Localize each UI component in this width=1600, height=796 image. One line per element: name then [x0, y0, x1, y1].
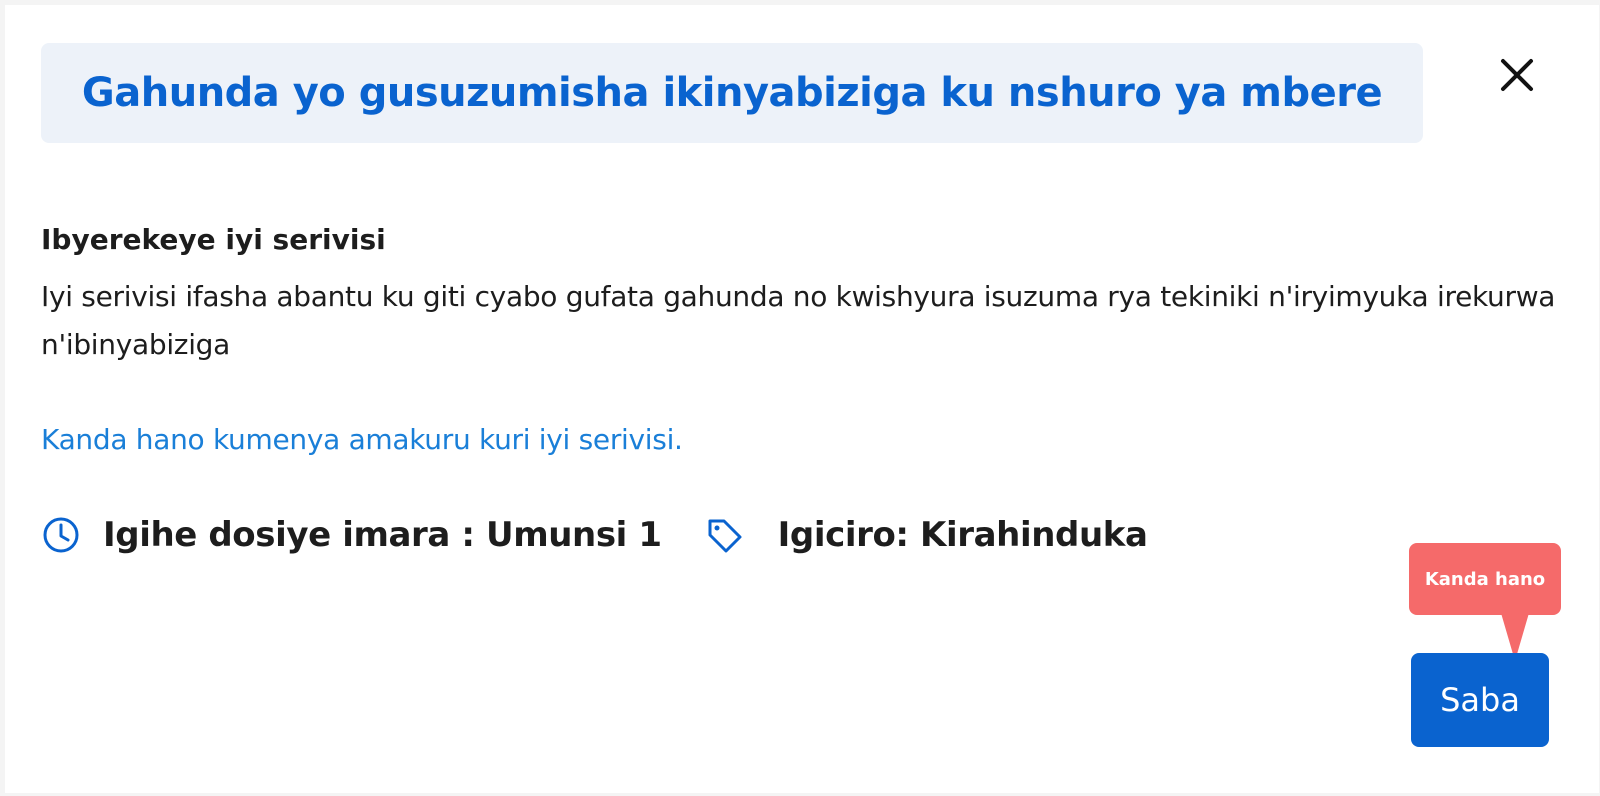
close-icon: [1501, 59, 1533, 91]
service-meta: Igihe dosiye imara : Umunsi 1 Igiciro: K…: [41, 513, 1148, 557]
tooltip-label: Kanda hano: [1424, 568, 1546, 590]
more-info-link[interactable]: Kanda hano kumenya amakuru kuri iyi seri…: [41, 423, 683, 456]
title-banner: Gahunda yo gusuzumisha ikinyabiziga ku n…: [41, 43, 1423, 143]
service-dialog: Gahunda yo gusuzumisha ikinyabiziga ku n…: [5, 5, 1599, 793]
tag-icon: [704, 515, 744, 555]
about-description: Iyi serivisi ifasha abantu ku giti cyabo…: [41, 280, 1556, 361]
dialog-title: Gahunda yo gusuzumisha ikinyabiziga ku n…: [81, 70, 1383, 116]
close-button[interactable]: [1497, 55, 1537, 95]
about-heading: Ibyerekeye iyi serivisi: [41, 223, 386, 256]
price-label: Igiciro: Kirahinduka: [777, 515, 1148, 555]
processing-time: Igihe dosiye imara : Umunsi 1: [103, 515, 662, 555]
click-here-tooltip: Kanda hano: [1409, 543, 1561, 615]
apply-button[interactable]: Saba: [1411, 653, 1549, 747]
clock-icon: [41, 515, 81, 555]
